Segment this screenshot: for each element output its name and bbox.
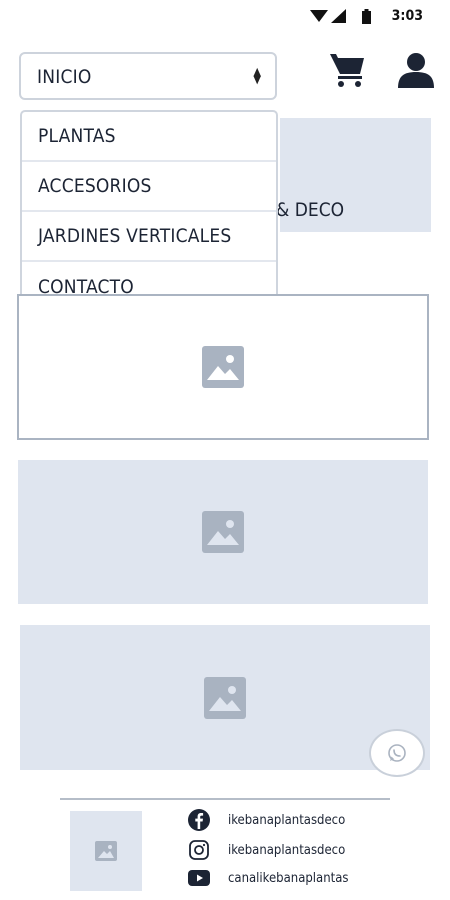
cart-icon[interactable] [330,52,366,88]
nav-select[interactable]: INICIO ▲ ▼ [19,52,277,100]
banner-text: & DECO [276,199,345,221]
status-bar: 3:03 [0,0,450,34]
footer-divider [60,798,390,800]
facebook-icon [187,808,211,832]
battery-icon [362,9,371,24]
instagram-icon [187,838,211,862]
nav-dropdown: PLANTAS ACCESORIOS JARDINES VERTICALES C… [20,110,278,310]
image-placeholder-icon [202,511,244,553]
nav-select-value: INICIO [37,66,92,88]
instagram-handle: ikebanaplantasdeco [228,842,346,858]
facebook-handle: ikebanaplantasdeco [228,812,346,828]
youtube-handle: canalikebanaplantas [228,870,349,886]
user-icon[interactable] [398,52,434,88]
whatsapp-icon [388,744,406,762]
dropdown-item-plantas[interactable]: PLANTAS [22,112,276,162]
status-time: 3:03 [391,8,423,24]
social-facebook-link[interactable]: ikebanaplantasdeco [187,808,345,832]
image-card-1[interactable] [17,294,429,440]
social-instagram-link[interactable]: ikebanaplantasdeco [187,838,345,862]
wifi-icon [310,10,328,22]
footer-logo [70,811,142,891]
select-arrows-icon: ▲ ▼ [253,65,261,86]
hero-banner: & DECO [276,118,431,232]
whatsapp-button[interactable] [369,729,425,777]
dropdown-item-jardines-verticales[interactable]: JARDINES VERTICALES [22,212,276,262]
social-youtube-link[interactable]: canalikebanaplantas [187,866,348,890]
youtube-icon [187,866,211,890]
image-placeholder-icon [95,841,117,861]
image-placeholder-icon [202,346,244,388]
dropdown-item-accesorios[interactable]: ACCESORIOS [22,162,276,212]
image-card-2[interactable] [18,460,428,604]
image-placeholder-icon [204,676,246,719]
signal-icon [331,9,346,23]
